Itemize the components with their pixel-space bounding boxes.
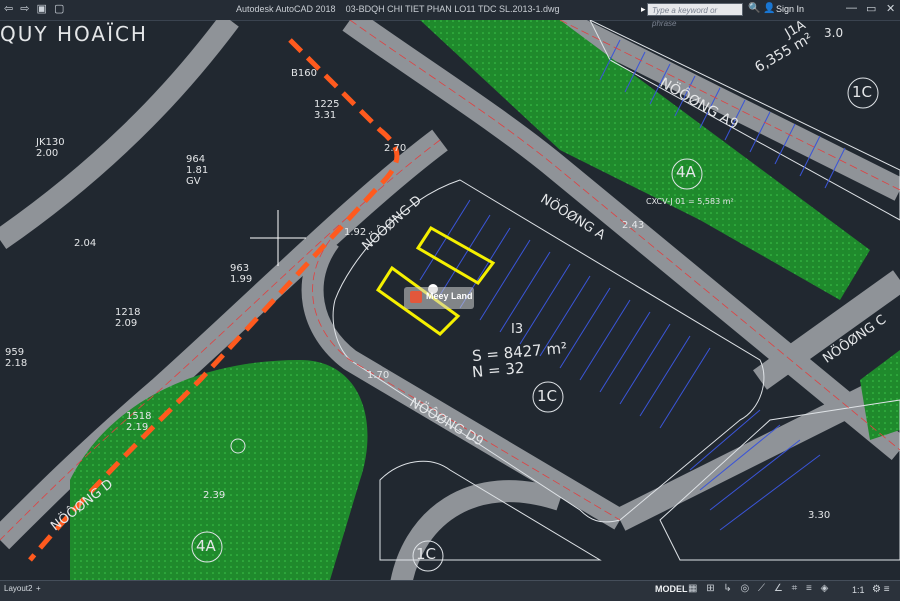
search-binoculars-icon[interactable]: 🔍	[748, 3, 760, 14]
lot-label: 1225	[314, 99, 340, 110]
plan-title: QUY HOAÏCH	[0, 22, 148, 46]
lot-label: 963	[230, 263, 250, 274]
meey-land-watermark: Meey Land	[404, 287, 474, 309]
lot-label: 1218	[115, 307, 141, 318]
lot-label: 2.09	[115, 318, 138, 329]
file-name: 03-BDQH CHI TIET PHAN LO11 TDC SL.2013-1…	[345, 4, 560, 14]
minimize-icon[interactable]: —	[846, 2, 857, 14]
zone-label-4a-top: 4A	[676, 163, 696, 181]
lot-label: GV	[186, 176, 201, 187]
zone-label-1c-top: 1C	[852, 83, 873, 101]
lot-label: 964	[186, 154, 206, 165]
zone-label-1c-mid: 1C	[537, 387, 558, 405]
road-bottom	[390, 480, 564, 580]
annotation-scale[interactable]: 1:1	[852, 585, 865, 595]
lot-label: JK130	[36, 137, 65, 148]
lot-label: 1.70	[367, 370, 390, 381]
highlighted-lots	[375, 226, 496, 336]
model-space-button[interactable]: MODEL	[655, 584, 688, 594]
lot-label: 2.18	[5, 358, 28, 369]
lot-label: 2.39	[203, 490, 226, 501]
sign-in-button[interactable]: Sign In	[776, 4, 804, 14]
lot-label: 2.00	[36, 148, 59, 159]
meey-land-logo-icon	[410, 291, 422, 303]
user-icon[interactable]: 👤	[763, 3, 775, 14]
block-name-label: I3	[511, 322, 524, 337]
title-bar: ⇦ ⇨ ▣ ▢ Autodesk AutoCAD 2018 03-BDQH CH…	[0, 0, 900, 28]
tab-layout2[interactable]: Layout2	[4, 584, 32, 593]
road-lower	[614, 369, 900, 531]
search-icon[interactable]: ▸	[641, 4, 646, 15]
zone-label-1c-bottom: 1C	[416, 545, 437, 563]
road-top-left	[0, 20, 239, 250]
green-area-label: CXCV-J 01 = 5,583 m²	[646, 197, 734, 206]
app-name: Autodesk AutoCAD 2018	[236, 4, 336, 14]
lot-label: 1.99	[230, 274, 253, 285]
lot-label: 1518	[126, 411, 152, 422]
quick-access-toolbar[interactable]: ⇦ ⇨ ▣ ▢	[4, 2, 66, 15]
zone-label-4a-bottom: 4A	[196, 537, 216, 555]
status-tools[interactable]: ▦ ⊞ ↳ ◎ ⟋ ∠ ⌗ ≡ ◈	[688, 583, 831, 594]
settings-icon[interactable]: ⚙ ≡	[872, 584, 890, 595]
restore-icon[interactable]: ▭	[866, 2, 876, 15]
lot-label: 2.70	[384, 143, 407, 154]
lot-label: 3.30	[808, 510, 831, 521]
close-icon[interactable]: ✕	[886, 2, 895, 15]
lot-label: 2.04	[74, 238, 97, 249]
window-title: Autodesk AutoCAD 2018 03-BDQH CHI TIET P…	[236, 4, 560, 14]
lot-label: 2.43	[622, 220, 645, 231]
lot-label: 3.0	[824, 26, 844, 40]
status-bar: Layout2 + MODEL ▦ ⊞ ↳ ◎ ⟋ ∠ ⌗ ≡ ◈ 1:1 ⚙ …	[0, 580, 900, 601]
lot-label: 959	[5, 347, 25, 358]
search-input[interactable]: Type a keyword or phrase	[647, 3, 743, 28]
lot-label: B160	[291, 68, 317, 79]
lot-label: 1.92	[344, 227, 367, 238]
lot-label: 3.31	[314, 110, 337, 121]
lot-label: 1.81	[186, 165, 209, 176]
watermark-text: Meey Land	[426, 291, 473, 301]
add-layout-icon[interactable]: +	[36, 584, 41, 593]
drawing-canvas[interactable]: QUY HOAÏCH NÖÔØNG A9 NÖÔØNG D NÖÔØNG A N…	[0, 20, 900, 580]
lot-label: 2.19	[126, 422, 149, 433]
